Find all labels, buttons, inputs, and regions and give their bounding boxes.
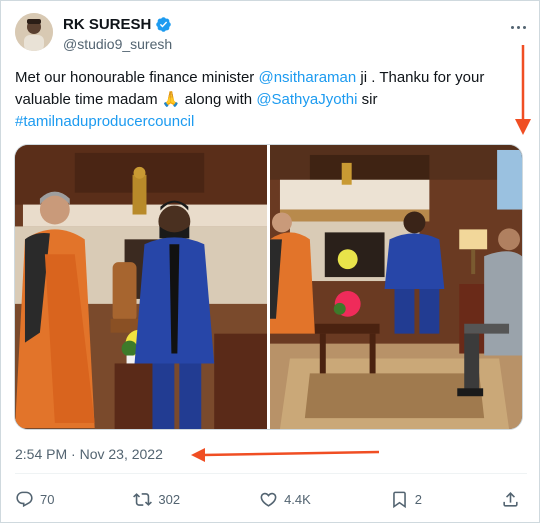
author-names: RK SURESH @studio9_suresh [63, 16, 172, 52]
tweet-text-part: along with [180, 91, 257, 108]
retweet-button[interactable]: 302 [133, 490, 180, 509]
share-icon [503, 491, 518, 507]
bookmark-icon [392, 491, 406, 508]
reply-button[interactable]: 70 [15, 490, 54, 509]
share-button[interactable] [501, 490, 520, 509]
heart-icon [260, 492, 277, 507]
tweet-header: RK SURESH @studio9_suresh [15, 13, 530, 57]
bookmark-count: 2 [414, 491, 423, 507]
more-horizontal-icon[interactable] [508, 19, 528, 35]
tweet-card: RK SURESH @studio9_suresh Met our honour… [0, 0, 540, 523]
avatar[interactable] [15, 13, 53, 51]
author-handle[interactable]: @studio9_suresh [63, 36, 172, 52]
photo-2[interactable] [270, 145, 522, 429]
timestamp-link[interactable]: 2:54 PM · Nov 23, 2022 [15, 446, 163, 462]
reply-icon [16, 491, 33, 507]
like-button[interactable]: 4.4K [259, 490, 311, 509]
mention-link[interactable]: @nsitharaman [258, 69, 356, 86]
folded-hands-emoji: 🙏 [161, 91, 181, 108]
tweet-media [14, 144, 523, 430]
like-count: 4.4K [284, 491, 311, 507]
tweet-text: Met our honourable finance minister @nsi… [15, 67, 515, 133]
verified-badge-icon [155, 16, 172, 33]
reply-count: 70 [40, 491, 55, 507]
tweet-text-part: sir [357, 91, 378, 108]
retweet-count: 302 [158, 491, 181, 507]
annotation-arrow-horizontal [191, 448, 380, 462]
photo-1[interactable] [15, 145, 267, 429]
divider [15, 473, 527, 474]
tweet-text-part: Met our honourable finance minister [15, 69, 259, 86]
bookmark-button[interactable]: 2 [390, 490, 422, 509]
tweet-actions: 70 302 4.4K 2 [15, 487, 520, 511]
mention-link[interactable]: @SathyaJyothi [256, 91, 357, 108]
hashtag-link[interactable]: #tamilnaduproducercouncil [15, 113, 194, 130]
display-name[interactable]: RK SURESH [63, 16, 151, 33]
retweet-icon [133, 492, 153, 506]
tweet-timestamp[interactable]: 2:54 PM · Nov 23, 2022 [15, 446, 163, 462]
